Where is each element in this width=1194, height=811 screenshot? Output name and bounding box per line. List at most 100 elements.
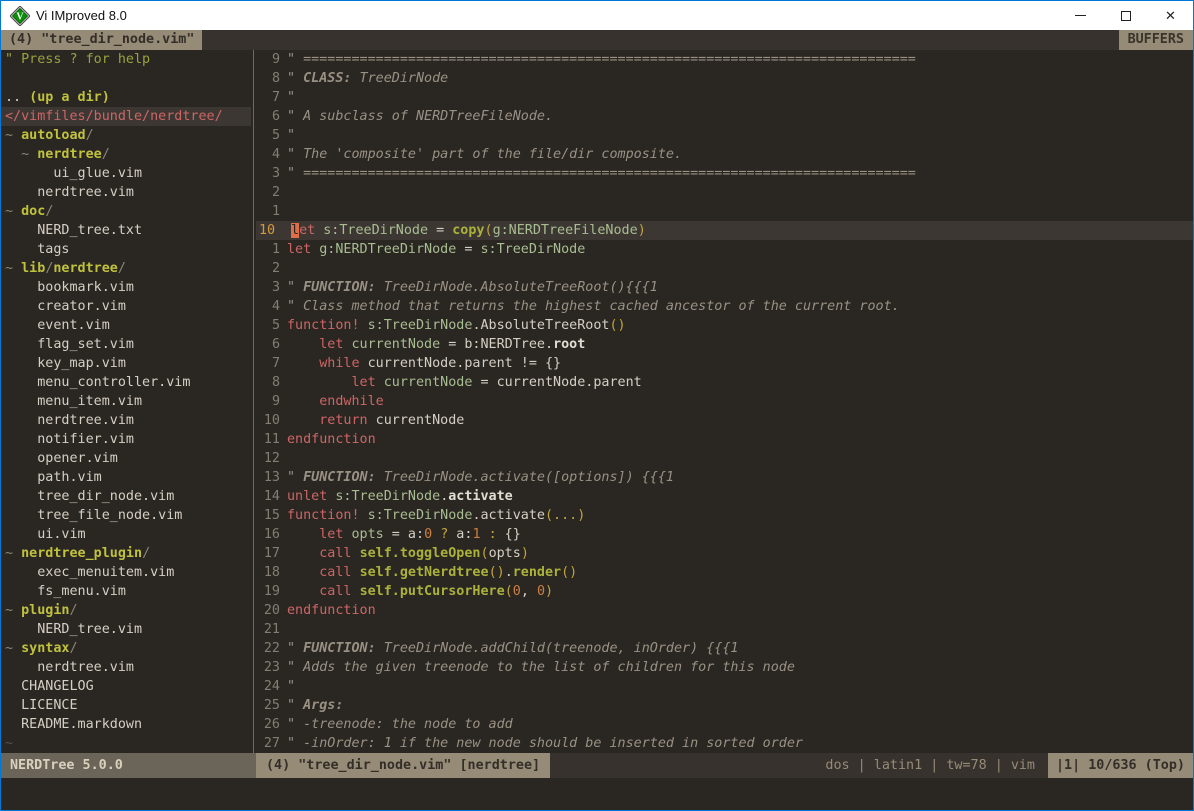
nerdtree-row[interactable]: menu_item.vim [1, 392, 251, 411]
code-line[interactable]: 11endfunction [256, 430, 1193, 449]
line-number: 24 [256, 677, 287, 696]
line-number: 1 [256, 240, 287, 259]
main-content: " Press ? for help .. (up a dir)</vimfile… [1, 50, 1193, 753]
maximize-button[interactable] [1103, 1, 1148, 30]
nerdtree-row[interactable]: ~ autoload/ [1, 126, 251, 145]
code-line[interactable]: 6 let currentNode = b:NERDTree.root [256, 335, 1193, 354]
nerdtree-row[interactable]: .. (up a dir) [1, 88, 251, 107]
code-line[interactable]: 15function! s:TreeDirNode.activate(...) [256, 506, 1193, 525]
code-line[interactable]: 8" CLASS: TreeDirNode [256, 69, 1193, 88]
nerdtree-row[interactable]: menu_controller.vim [1, 373, 251, 392]
code-line[interactable]: 9" =====================================… [256, 50, 1193, 69]
code-line[interactable]: 3" =====================================… [256, 164, 1193, 183]
nerdtree-row[interactable]: flag_set.vim [1, 335, 251, 354]
nerdtree-row[interactable]: tree_file_node.vim [1, 506, 251, 525]
line-number: 7 [256, 354, 287, 373]
code-line[interactable]: 16 let opts = a:0 ? a:1 : {} [256, 525, 1193, 544]
line-number: 13 [256, 468, 287, 487]
nerdtree-row[interactable]: event.vim [1, 316, 251, 335]
code-line[interactable]: 20endfunction [256, 601, 1193, 620]
nerdtree-row[interactable]: ~ syntax/ [1, 639, 251, 658]
nerdtree-panel: " Press ? for help .. (up a dir)</vimfile… [1, 50, 251, 753]
window-separator[interactable] [251, 50, 256, 753]
nerdtree-row[interactable]: tags [1, 240, 251, 259]
line-number: 2 [256, 183, 287, 202]
code-line[interactable]: 8 let currentNode = currentNode.parent [256, 373, 1193, 392]
command-line[interactable] [1, 778, 1193, 810]
close-button[interactable]: ✕ [1148, 1, 1193, 30]
nerdtree-row[interactable]: nerdtree.vim [1, 411, 251, 430]
window-title-bar: V Vi IMproved 8.0 ✕ [1, 1, 1193, 30]
code-line[interactable]: 10 return currentNode [256, 411, 1193, 430]
nerdtree-row[interactable]: ~ lib/nerdtree/ [1, 259, 251, 278]
nerdtree-row[interactable]: ui_glue.vim [1, 164, 251, 183]
nerdtree-row[interactable]: notifier.vim [1, 430, 251, 449]
line-number: 26 [256, 715, 287, 734]
nerdtree-row[interactable]: nerdtree.vim [1, 183, 251, 202]
code-line[interactable]: 2 [256, 259, 1193, 278]
nerdtree-row[interactable]: " Press ? for help [1, 50, 251, 69]
statusline: NERDTree 5.0.0 (4) "tree_dir_node.vim" [… [1, 753, 1193, 778]
line-number: 27 [256, 734, 287, 753]
code-line[interactable]: 17 call self.toggleOpen(opts) [256, 544, 1193, 563]
vim-window: V Vi IMproved 8.0 ✕ (4) "tree_dir_node.v… [0, 0, 1194, 811]
nerdtree-row[interactable]: nerdtree.vim [1, 658, 251, 677]
code-line[interactable]: 5" [256, 126, 1193, 145]
minimize-button[interactable] [1058, 1, 1103, 30]
code-line[interactable]: 5function! s:TreeDirNode.AbsoluteTreeRoo… [256, 316, 1193, 335]
code-line[interactable]: 23" Adds the given treenode to the list … [256, 658, 1193, 677]
code-line[interactable]: 25" Args: [256, 696, 1193, 715]
nerdtree-row[interactable] [1, 69, 251, 88]
line-number: 6 [256, 335, 287, 354]
nerdtree-row[interactable]: key_map.vim [1, 354, 251, 373]
code-line[interactable]: 14unlet s:TreeDirNode.activate [256, 487, 1193, 506]
nerdtree-row[interactable]: CHANGELOG [1, 677, 251, 696]
nerdtree-row[interactable]: creator.vim [1, 297, 251, 316]
code-line[interactable]: 24" [256, 677, 1193, 696]
code-line[interactable]: 9 endwhile [256, 392, 1193, 411]
code-line[interactable]: 2 [256, 183, 1193, 202]
nerdtree-row[interactable]: opener.vim [1, 449, 251, 468]
nerdtree-row[interactable]: ~ nerdtree/ [1, 145, 251, 164]
nerdtree-row[interactable]: ~ [1, 734, 251, 753]
nerdtree-row[interactable]: LICENCE [1, 696, 251, 715]
statusline-info: dos | latin1 | tw=78 | vim [825, 753, 1048, 778]
nerdtree-row[interactable]: NERD_tree.txt [1, 221, 251, 240]
code-line[interactable]: 12 [256, 449, 1193, 468]
line-number: 9 [256, 50, 287, 69]
code-line[interactable]: 7" [256, 88, 1193, 107]
nerdtree-row[interactable]: exec_menuitem.vim [1, 563, 251, 582]
nerdtree-row[interactable]: ~ doc/ [1, 202, 251, 221]
buffer-statusline: (4) "tree_dir_node.vim" [nerdtree] [256, 753, 550, 778]
vim-logo-icon: V [10, 6, 30, 26]
code-line[interactable]: 7 while currentNode.parent != {} [256, 354, 1193, 373]
code-line[interactable]: 1 [256, 202, 1193, 221]
code-line[interactable]: 26" -treenode: the node to add [256, 715, 1193, 734]
nerdtree-row[interactable]: NERD_tree.vim [1, 620, 251, 639]
line-number: 5 [256, 126, 287, 145]
nerdtree-row[interactable]: ~ plugin/ [1, 601, 251, 620]
code-line[interactable]: 18 call self.getNerdtree().render() [256, 563, 1193, 582]
code-line[interactable]: 4" The 'composite' part of the file/dir … [256, 145, 1193, 164]
nerdtree-row[interactable]: README.markdown [1, 715, 251, 734]
code-line[interactable]: 19 call self.putCursorHere(0, 0) [256, 582, 1193, 601]
nerdtree-row[interactable]: </vimfiles/bundle/nerdtree/ [1, 107, 251, 126]
line-number: 18 [256, 563, 287, 582]
code-line[interactable]: 6" A subclass of NERDTreeFileNode. [256, 107, 1193, 126]
line-number: 20 [256, 601, 287, 620]
code-line[interactable]: 27" -inOrder: 1 if the new node should b… [256, 734, 1193, 753]
code-line[interactable]: 21 [256, 620, 1193, 639]
nerdtree-row[interactable]: ui.vim [1, 525, 251, 544]
nerdtree-row[interactable]: tree_dir_node.vim [1, 487, 251, 506]
tab-current[interactable]: (4) "tree_dir_node.vim" [1, 30, 202, 50]
nerdtree-row[interactable]: bookmark.vim [1, 278, 251, 297]
code-line[interactable]: 1let g:NERDTreeDirNode = s:TreeDirNode [256, 240, 1193, 259]
code-line[interactable]: 13" FUNCTION: TreeDirNode.activate([opti… [256, 468, 1193, 487]
code-line[interactable]: 22" FUNCTION: TreeDirNode.addChild(treen… [256, 639, 1193, 658]
code-line[interactable]: 3" FUNCTION: TreeDirNode.AbsoluteTreeRoo… [256, 278, 1193, 297]
code-line[interactable]: 10let s:TreeDirNode = copy(g:NERDTreeFil… [256, 221, 1193, 240]
nerdtree-row[interactable]: path.vim [1, 468, 251, 487]
code-line[interactable]: 4" Class method that returns the highest… [256, 297, 1193, 316]
nerdtree-row[interactable]: ~ nerdtree_plugin/ [1, 544, 251, 563]
nerdtree-row[interactable]: fs_menu.vim [1, 582, 251, 601]
